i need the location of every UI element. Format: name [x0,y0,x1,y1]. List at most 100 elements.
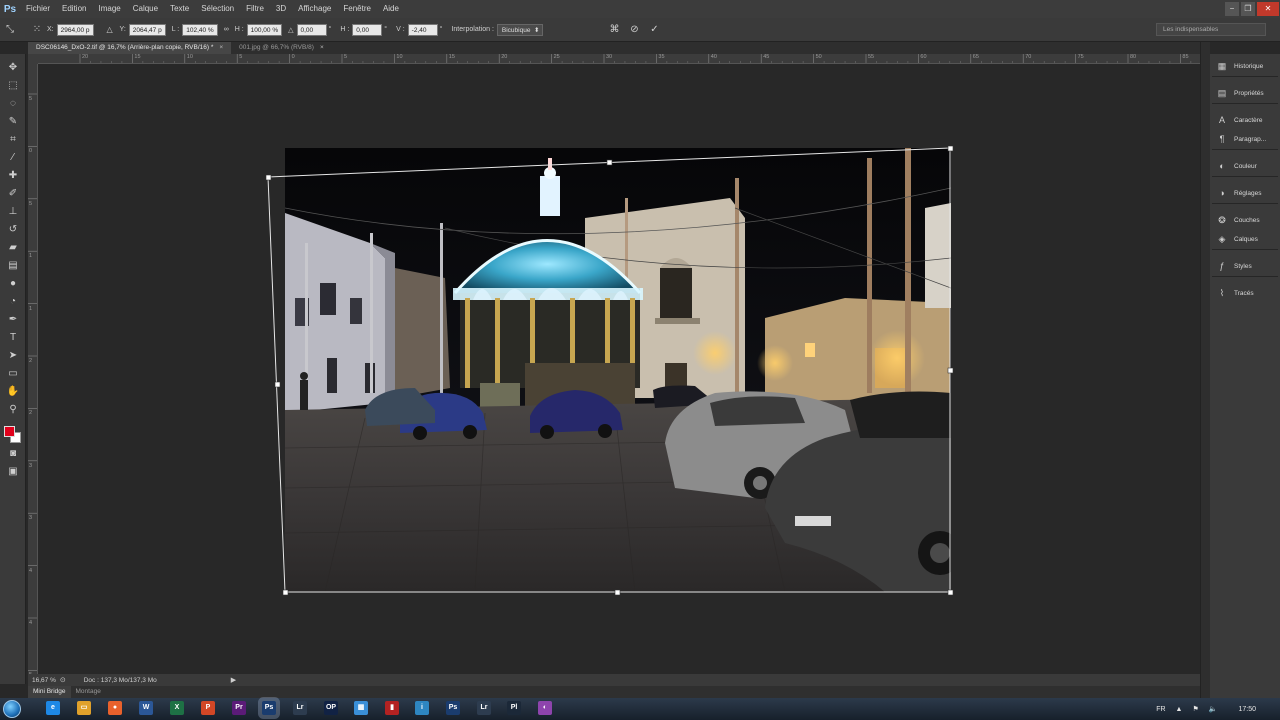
shape-tool-icon[interactable]: ▭ [4,366,22,382]
menu-aide[interactable]: Aide [377,0,405,18]
quick-mask-icon[interactable]: ◙ [4,446,22,462]
tab-close-icon[interactable]: × [219,42,223,54]
skew-h-field[interactable]: 0,00 [352,23,383,36]
quick-selection-tool-icon[interactable]: ✎ [4,114,22,130]
action-center-icon[interactable]: ⚑ [1192,705,1198,713]
ruler-tick-label: 75 [1077,54,1084,60]
panel-styles[interactable]: ƒ Styles [1216,258,1251,274]
pen-tool-icon[interactable]: ✒ [4,312,22,328]
menu-affichage[interactable]: Affichage [292,0,337,18]
healing-brush-tool-icon[interactable]: ✚ [4,168,22,184]
hand-tool-icon[interactable]: ✋ [4,384,22,400]
panel-reglages[interactable]: ◑ Réglages [1216,185,1261,201]
taskbar-app-icon[interactable]: Pl [507,701,521,715]
tab-close-icon[interactable]: × [320,42,324,54]
panel-historique[interactable]: ▦ Historique [1216,58,1264,74]
taskbar-app-icon[interactable]: i [415,701,429,715]
commit-transform-icon[interactable]: ✓ [647,23,661,37]
tab-mini-bridge[interactable]: Mini Bridge [28,686,71,698]
close-button[interactable]: ✕ [1257,2,1279,16]
tab-montage[interactable]: Montage [71,686,106,698]
skew-v-field[interactable]: -2,40 [407,23,438,36]
tab-001-jpg[interactable]: 001.jpg @ 66,7% (RVB/8) × [231,42,332,54]
angle-field[interactable]: 0,00 [296,23,327,36]
taskbar-app-icon[interactable]: e [46,701,60,715]
eyedropper-tool-icon[interactable]: ⁄ [4,150,22,166]
history-brush-tool-icon[interactable]: ↺ [4,222,22,238]
panel-traces[interactable]: ⌇ Tracés [1216,285,1254,301]
height-field[interactable]: 100,00 % [246,23,283,36]
zoom-tool-icon[interactable]: ⚲ [4,402,22,418]
menu-filtre[interactable]: Filtre [240,0,270,18]
type-tool-icon[interactable]: T [4,330,22,346]
taskbar-app-icon[interactable]: Pr [232,701,246,715]
panel-proprietes[interactable]: ▤ Propriétés [1216,85,1264,101]
taskbar-app-icon[interactable]: P [201,701,215,715]
reference-point-icon[interactable]: ⁙ [30,23,44,37]
taskbar-app-icon[interactable]: ● [108,701,122,715]
taskbar-app-icon[interactable]: Lr [293,701,307,715]
blur-tool-icon[interactable]: ● [4,276,22,292]
menu-3d[interactable]: 3D [270,0,292,18]
foreground-color-swatch[interactable] [4,426,15,437]
taskbar-app-icon[interactable]: Lr [477,701,491,715]
width-field[interactable]: 102,40 % [182,23,218,36]
panel-couches[interactable]: ❂ Couches [1216,212,1259,228]
taskbar-app-icon[interactable]: Ps [446,701,460,715]
move-tool-icon[interactable]: ✥ [4,60,22,76]
taskbar-app-icon[interactable]: Ps [262,701,276,715]
brush-tool-icon[interactable]: ✐ [4,186,22,202]
workspace-select[interactable]: Les indispensables [1156,23,1266,36]
dodge-tool-icon[interactable]: ◔ [4,294,22,310]
cancel-transform-icon[interactable]: ⊘ [627,23,641,37]
transform-tool-icon[interactable]: ⤡ [3,23,17,37]
taskbar-app-icon[interactable]: X [170,701,184,715]
panel-paragraphe[interactable]: ¶ Paragrap... [1216,131,1267,147]
warp-mode-icon[interactable]: ⌘ [607,23,621,37]
panel-caractere[interactable]: A Caractère [1216,112,1263,128]
menu-fenetre[interactable]: Fenêtre [337,0,377,18]
vertical-ruler[interactable]: 505112233445 [28,64,38,674]
horizontal-ruler[interactable]: 20 15 10 5 0 5 10 15 20 25 30 35 40 45 50 55 60 65 70 75 80 8… [38,54,1200,64]
language-indicator[interactable]: FR [1156,706,1165,713]
restore-button[interactable]: ❐ [1241,2,1255,16]
document-canvas[interactable] [38,64,1200,674]
relative-position-icon[interactable]: △ [103,23,117,37]
taskbar-app-icon[interactable]: ▭ [77,701,91,715]
status-menu-arrow-icon[interactable]: ▶ [231,676,236,684]
clock[interactable]: 17:50 [1238,706,1256,713]
taskbar-app-icon[interactable]: ▦ [354,701,368,715]
path-selection-tool-icon[interactable]: ➤ [4,348,22,364]
link-icon[interactable]: ∞ [224,26,229,33]
panel-scrollbar[interactable] [1200,42,1210,698]
menu-fichier[interactable]: Fichier [20,0,56,18]
panel-calques[interactable]: ◈ Calques [1216,231,1258,247]
start-button[interactable] [0,698,24,720]
lasso-tool-icon[interactable]: ◌ [4,96,22,112]
panel-couleur[interactable]: ◐ Couleur [1216,158,1256,174]
eraser-tool-icon[interactable]: ▰ [4,240,22,256]
status-info-icon[interactable]: ⊙ [60,676,66,684]
menu-image[interactable]: Image [92,0,126,18]
y-field[interactable]: 2064,47 p [128,23,166,36]
taskbar-app-icon[interactable]: ▮ [385,701,399,715]
stamp-tool-icon[interactable]: ⊥ [4,204,22,220]
gradient-tool-icon[interactable]: ▤ [4,258,22,274]
menu-selection[interactable]: Sélection [195,0,240,18]
menu-calque[interactable]: Calque [127,0,164,18]
volume-icon[interactable]: 🔈 [1209,705,1218,713]
interpolation-select[interactable]: Bicubique ⬍ [496,23,544,36]
screen-mode-icon[interactable]: ▣ [4,464,22,480]
x-field[interactable]: 2964,00 p [56,23,94,36]
crop-tool-icon[interactable]: ⌗ [4,132,22,148]
network-icon[interactable]: ▲ [1176,706,1183,713]
marquee-tool-icon[interactable]: ⬚ [4,78,22,94]
taskbar-app-icon[interactable]: OP [324,701,338,715]
taskbar-app-icon[interactable]: ◐ [538,701,552,715]
menu-texte[interactable]: Texte [164,0,195,18]
zoom-level[interactable]: 16,67 % [28,677,60,684]
tab-dsc06146[interactable]: DSC06146_DxO-2.tif @ 16,7% (Arrière-plan… [28,42,232,54]
taskbar-app-icon[interactable]: W [139,701,153,715]
menu-edition[interactable]: Edition [56,0,92,18]
minimize-button[interactable]: − [1225,2,1239,16]
